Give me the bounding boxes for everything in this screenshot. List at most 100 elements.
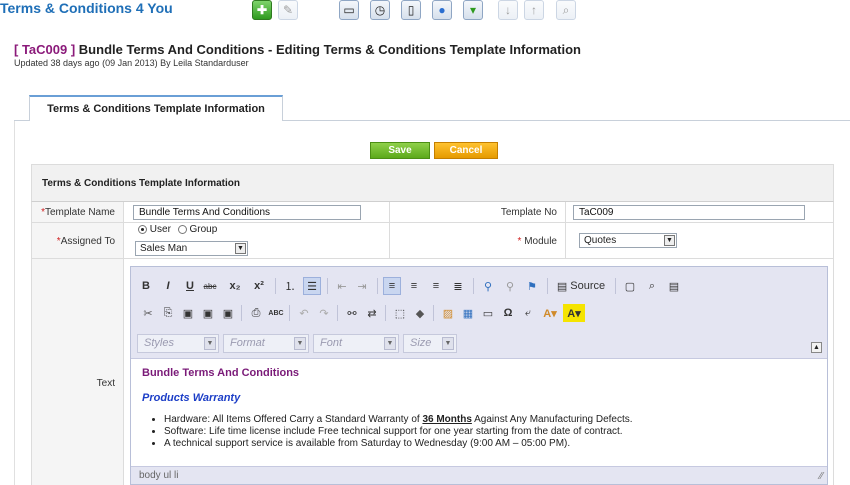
row-assigned-to: *Assigned To * Module User Group Sales M…	[31, 223, 834, 259]
edit-icon[interactable]: ✎	[278, 0, 298, 20]
superscript-button[interactable]: x²	[249, 277, 269, 295]
eraser-icon[interactable]: ◆	[411, 304, 429, 322]
format-combo[interactable]: Format ▼	[223, 334, 309, 353]
paste-word-icon[interactable]: ▣	[219, 304, 237, 322]
unlink-icon[interactable]: ⚲	[501, 277, 519, 295]
save-button[interactable]: Save	[370, 142, 430, 159]
clock-icon[interactable]: ◷	[370, 0, 390, 20]
template-name-input[interactable]: Bundle Terms And Conditions	[133, 205, 361, 220]
bullet-list-icon[interactable]: ☰	[303, 277, 321, 295]
template-no-input[interactable]: TaC009	[573, 205, 805, 220]
paste-text-icon[interactable]: ▣	[199, 304, 217, 322]
outdent-icon[interactable]: ⇤	[333, 277, 351, 295]
bold-button[interactable]: B	[139, 277, 153, 295]
record-updated: Updated 38 days ago (09 Jan 2013) By Lei…	[14, 58, 249, 68]
underline-button[interactable]: U	[183, 277, 197, 295]
content-subheading: Products Warranty	[142, 392, 241, 404]
chevron-down-icon: ▼	[384, 337, 396, 350]
cut-icon[interactable]: ✂	[139, 304, 157, 322]
element-path[interactable]: body ul li	[139, 470, 178, 481]
arrow-down-icon[interactable]: ↓	[498, 0, 518, 20]
paste-icon[interactable]: ▣	[179, 304, 197, 322]
editor-status-bar: body ul li ⁄⁄	[131, 466, 827, 484]
indent-icon[interactable]: ⇥	[353, 277, 371, 295]
app-title[interactable]: Terms & Conditions 4 You	[0, 0, 173, 16]
cancel-button[interactable]: Cancel	[434, 142, 498, 159]
module-label: * Module	[389, 223, 565, 258]
copy-icon[interactable]: ⎘	[159, 304, 177, 322]
font-combo[interactable]: Font ▼	[313, 334, 399, 353]
record-id: [ TaC009 ]	[14, 42, 76, 57]
italic-button[interactable]: I	[161, 277, 175, 295]
undo-icon[interactable]: ↶	[295, 304, 313, 322]
subscript-button[interactable]: x₂	[225, 277, 245, 295]
add-icon[interactable]: ✚	[252, 0, 272, 20]
numbered-list-icon[interactable]: ⒈	[281, 277, 299, 295]
top-bar: Terms & Conditions 4 You ✚ ✎ ▭ ◷ ▯ ● ▾ ↓…	[0, 0, 850, 24]
row-template-name: *Template Name Template No Bundle Terms …	[31, 202, 834, 223]
assigned-to-label: *Assigned To	[32, 223, 123, 258]
page-break-icon[interactable]: ⤶	[519, 304, 537, 322]
template-no-label: Template No	[389, 202, 565, 222]
find-icon[interactable]: ⚯	[343, 304, 361, 322]
chevron-down-icon: ▼	[235, 243, 246, 254]
template-icon[interactable]: ▤	[665, 277, 683, 295]
warranty-list: Hardware: All Items Offered Carry a Stan…	[142, 414, 816, 450]
list-item: Software: Life time license include Free…	[164, 426, 816, 438]
download-icon[interactable]: ▾	[463, 0, 483, 20]
table-icon[interactable]: ▦	[459, 304, 477, 322]
special-char-icon[interactable]: Ω	[499, 304, 517, 322]
user-radio-label: User	[149, 224, 171, 235]
collapse-toolbar-icon[interactable]: ▲	[811, 342, 822, 353]
spellcheck-icon[interactable]: ABC	[267, 304, 285, 322]
arrow-up-icon[interactable]: ↑	[524, 0, 544, 20]
group-radio-label: Group	[189, 224, 218, 235]
user-radio[interactable]	[138, 224, 147, 234]
redo-icon[interactable]: ↷	[315, 304, 333, 322]
content-heading: Bundle Terms And Conditions	[142, 367, 300, 379]
list-item: Hardware: All Items Offered Carry a Stan…	[164, 414, 816, 426]
print-icon[interactable]: ⎙	[247, 304, 265, 322]
resize-grip-icon[interactable]: ⁄⁄	[820, 471, 823, 482]
record-name: Bundle Terms And Conditions - Editing Te…	[78, 42, 581, 57]
chevron-down-icon: ▼	[204, 337, 216, 350]
record-title: [ TaC009 ] Bundle Terms And Conditions -…	[14, 42, 581, 57]
horizontal-rule-icon[interactable]: ▭	[479, 304, 497, 322]
group-radio[interactable]	[177, 224, 187, 234]
source-button[interactable]: ▤ Source	[551, 277, 611, 295]
text-label: Text	[32, 259, 123, 485]
align-left-icon[interactable]: ≡	[383, 277, 401, 295]
align-center-icon[interactable]: ≡	[405, 277, 423, 295]
new-page-icon[interactable]: ▢	[621, 277, 639, 295]
select-all-icon[interactable]: ⬚	[391, 304, 409, 322]
assign-radio-group: User Group	[138, 224, 217, 235]
strikethrough-button[interactable]: abc	[202, 277, 218, 295]
replace-icon[interactable]: ⇄	[363, 304, 381, 322]
size-combo[interactable]: Size ▼	[403, 334, 457, 353]
link-icon[interactable]: ⚲	[479, 277, 497, 295]
chat-icon[interactable]: ●	[432, 0, 452, 20]
chevron-down-icon: ▼	[442, 337, 454, 350]
bg-color-icon[interactable]: A▾	[563, 304, 585, 322]
chevron-down-icon: ▼	[664, 235, 675, 246]
anchor-flag-icon[interactable]: ⚑	[523, 277, 541, 295]
editor-toolbar: B I U abc x₂ x² ⒈ ☰ ⇤ ⇥ ≡ ≡ ≡ ≣ ⚲ ⚲ ⚑ ▤ …	[131, 267, 827, 359]
image-icon[interactable]: ▨	[439, 304, 457, 322]
rich-text-editor[interactable]: B I U abc x₂ x² ⒈ ☰ ⇤ ⇥ ≡ ≡ ≡ ≣ ⚲ ⚲ ⚑ ▤ …	[130, 266, 828, 485]
align-right-icon[interactable]: ≡	[427, 277, 445, 295]
editor-content[interactable]: Bundle Terms And Conditions Products War…	[131, 359, 827, 466]
template-name-label: *Template Name	[32, 202, 123, 222]
list-item: A technical support service is available…	[164, 438, 816, 450]
module-select[interactable]: Quotes ▼	[579, 233, 677, 248]
assigned-user-select[interactable]: Sales Man ▼	[135, 241, 248, 256]
preview-icon[interactable]: ⌕	[556, 0, 576, 20]
mobile-icon[interactable]: ▯	[401, 0, 421, 20]
styles-combo[interactable]: Styles ▼	[137, 334, 219, 353]
preview-doc-icon[interactable]: ⌕	[643, 277, 661, 295]
chevron-down-icon: ▼	[294, 337, 306, 350]
text-color-icon[interactable]: A▾	[539, 304, 561, 322]
section-header: Terms & Conditions Template Information	[31, 164, 834, 202]
tab-template-info[interactable]: Terms & Conditions Template Information	[29, 95, 283, 121]
justify-icon[interactable]: ≣	[449, 277, 467, 295]
calendar-icon[interactable]: ▭	[339, 0, 359, 20]
